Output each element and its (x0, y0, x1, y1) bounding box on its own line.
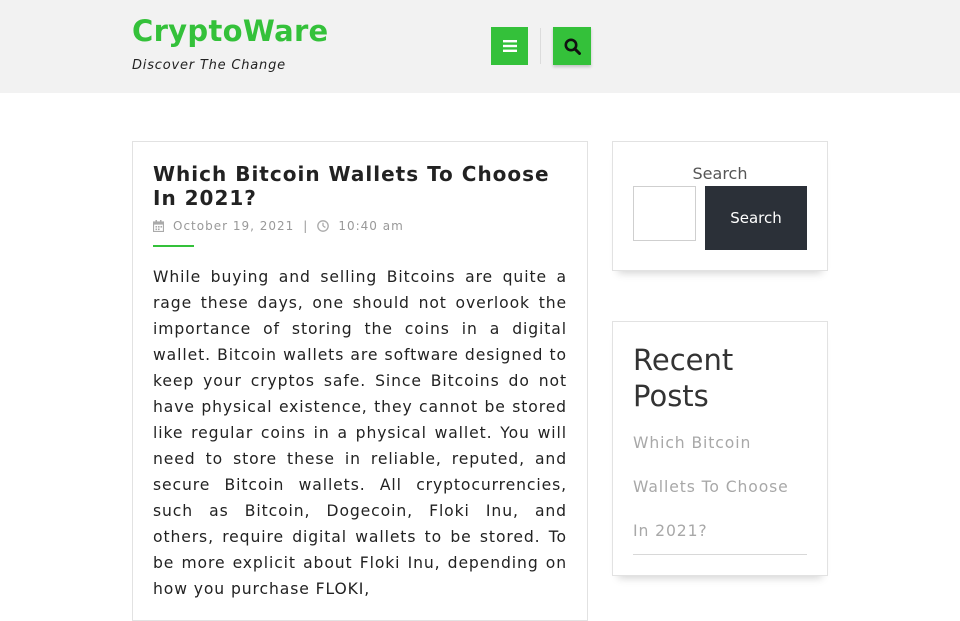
recent-post-link[interactable]: Which Bitcoin Wallets To Choose In 2021? (633, 421, 809, 553)
post-time: 10:40 am (338, 219, 404, 233)
calendar-icon (153, 220, 164, 232)
title-underline (153, 245, 194, 247)
recent-posts-widget: Recent Posts Which Bitcoin Wallets To Ch… (612, 321, 828, 576)
post-title[interactable]: Which Bitcoin Wallets To Choose In 2021? (153, 162, 573, 210)
post-card: Which Bitcoin Wallets To Choose In 2021?… (132, 141, 588, 621)
header-search-button[interactable] (553, 27, 591, 65)
meta-separator: | (303, 219, 309, 233)
header-divider (540, 28, 541, 64)
clock-icon (317, 220, 330, 232)
post-excerpt: While buying and selling Bitcoins are qu… (153, 268, 567, 598)
site-tagline: Discover The Change (132, 58, 286, 73)
recent-posts-title: Recent Posts (633, 343, 734, 413)
site-title[interactable]: CryptoWare (132, 14, 329, 48)
search-icon (564, 38, 581, 55)
hamburger-menu-icon (502, 40, 517, 52)
search-widget: Search Search (612, 141, 828, 271)
menu-toggle-button[interactable] (491, 27, 528, 65)
post-date[interactable]: October 19, 2021 (173, 219, 294, 233)
search-input[interactable] (633, 186, 696, 241)
post-meta: October 19, 2021 | 10:40 am (153, 219, 404, 233)
search-submit-button[interactable]: Search (705, 186, 807, 250)
recent-post-divider (633, 554, 807, 555)
site-header: CryptoWare Discover The Change (0, 0, 960, 93)
search-label: Search (692, 164, 748, 183)
